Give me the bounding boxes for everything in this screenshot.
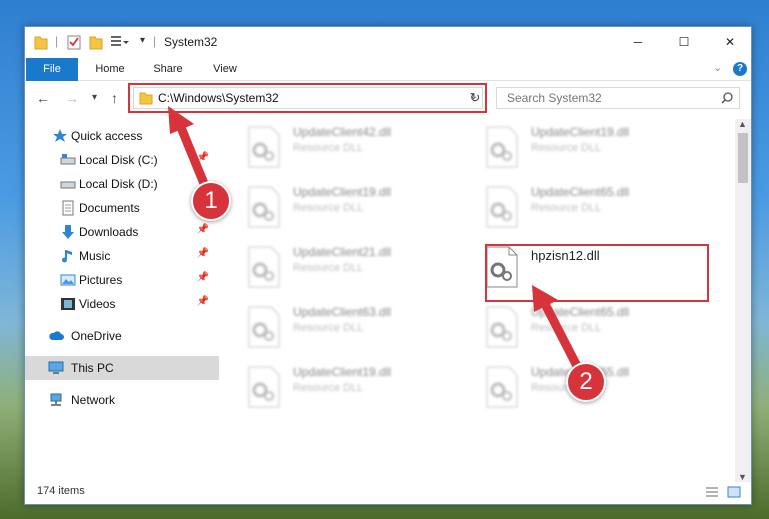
annotation-arrows xyxy=(168,106,583,373)
step-badge-2: 2 xyxy=(566,362,606,402)
step-badge-1: 1 xyxy=(191,181,231,221)
arrow-to-address-bar xyxy=(175,120,210,191)
arrow-to-file xyxy=(539,297,583,373)
